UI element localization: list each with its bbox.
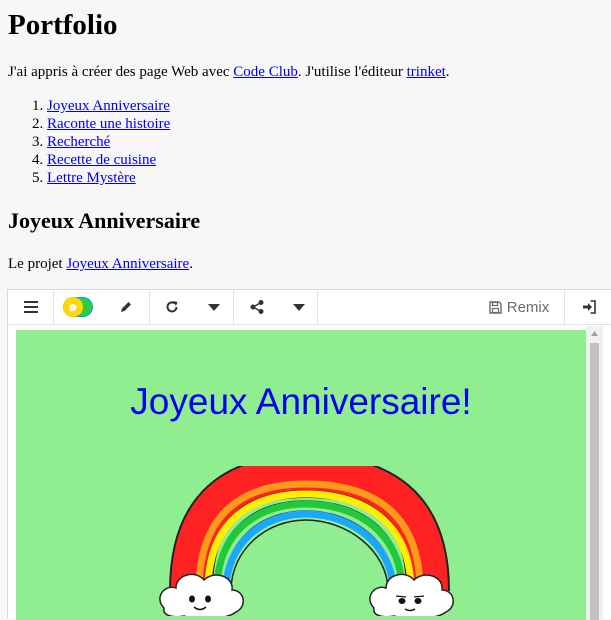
project-text-end: .	[189, 256, 193, 272]
page-title: Portfolio	[8, 9, 118, 41]
edit-button[interactable]	[102, 290, 150, 324]
chevron-down-icon	[292, 303, 305, 311]
project-text-start: Le projet	[8, 256, 67, 272]
share-dropdown-button[interactable]	[280, 290, 318, 324]
floppy-disk-icon	[489, 300, 502, 314]
project-list-item: Joyeux Anniversaire	[47, 97, 170, 115]
run-toggle-icon	[63, 297, 93, 317]
project-link-recherche[interactable]: Recherché	[47, 134, 110, 150]
section-heading: Joyeux Anniversaire	[8, 208, 201, 233]
sign-in-icon	[582, 300, 596, 314]
reset-icon	[166, 301, 178, 313]
project-list-item: Recette de cuisine	[47, 151, 170, 169]
trinket-embed: Remix Joyeux Anniversaire!	[7, 289, 611, 620]
intro-text-end: .	[445, 64, 450, 80]
project-link[interactable]: Joyeux Anniversaire	[66, 256, 189, 272]
scrollbar-thumb[interactable]	[590, 343, 599, 620]
project-description: Le projet Joyeux Anniversaire.	[8, 255, 193, 273]
output-title: Joyeux Anniversaire!	[130, 381, 472, 422]
scroll-up-arrow-icon	[591, 330, 598, 336]
trinket-output: Joyeux Anniversaire!	[16, 330, 586, 620]
output-scrollbar[interactable]	[586, 326, 603, 620]
project-link-recette-de-cuisine[interactable]: Recette de cuisine	[47, 152, 156, 168]
project-list: Joyeux Anniversaire Raconte une histoire…	[8, 97, 170, 187]
reset-button[interactable]	[150, 290, 194, 324]
trinket-toolbar: Remix	[8, 290, 611, 325]
scroll-up-button[interactable]	[586, 326, 603, 340]
project-link-joyeux-anniversaire[interactable]: Joyeux Anniversaire	[47, 98, 170, 114]
trinket-link[interactable]: trinket	[407, 64, 446, 80]
reset-dropdown-button[interactable]	[194, 290, 234, 324]
project-link-lettre-mystere[interactable]: Lettre Mystère	[47, 170, 136, 186]
menu-icon	[23, 301, 38, 313]
share-icon	[250, 300, 264, 314]
remix-label: Remix	[506, 298, 550, 316]
project-list-item: Raconte une histoire	[47, 115, 170, 133]
share-button[interactable]	[234, 290, 280, 324]
pencil-icon	[120, 302, 131, 312]
intro-paragraph: J'ai appris à créer des page Web avec Co…	[8, 63, 450, 81]
project-list-item: Recherché	[47, 133, 170, 151]
sign-in-button[interactable]	[564, 290, 611, 324]
code-club-link[interactable]: Code Club	[233, 64, 298, 80]
remix-button[interactable]: Remix	[478, 290, 560, 324]
chevron-down-icon	[207, 303, 220, 311]
project-list-item: Lettre Mystère	[47, 169, 170, 187]
intro-text-start: J'ai appris à créer des page Web avec	[8, 64, 234, 80]
menu-button[interactable]	[8, 290, 54, 324]
project-link-raconte-une-histoire[interactable]: Raconte une histoire	[47, 116, 170, 132]
rainbow-image	[159, 466, 454, 616]
run-toggle-button[interactable]	[54, 290, 102, 324]
intro-text-middle: . J'utilise l'éditeur	[297, 64, 407, 80]
